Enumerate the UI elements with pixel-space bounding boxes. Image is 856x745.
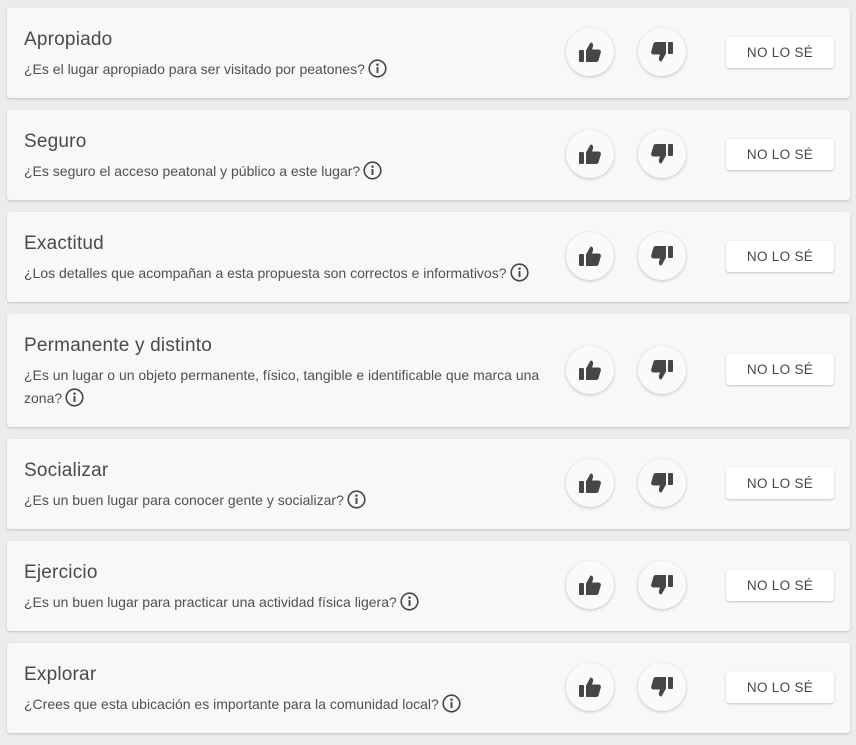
thumbs-down-icon [650, 245, 674, 267]
info-icon[interactable] [400, 592, 419, 611]
criterion-question: ¿Es un lugar o un objeto permanente, fís… [24, 364, 560, 410]
criterion-card-2: Seguro ¿Es seguro el acceso peatonal y p… [7, 110, 850, 200]
unknown-button[interactable]: NO LO SÉ [726, 37, 834, 68]
thumbs-up-icon [578, 574, 602, 596]
thumbs-up-icon [578, 143, 602, 165]
criterion-question: ¿Es un buen lugar para practicar una act… [24, 591, 560, 614]
thumbs-down-icon [650, 41, 674, 63]
thumbs-down-button[interactable] [638, 663, 686, 711]
thumbs-up-button[interactable] [566, 130, 614, 178]
unknown-button[interactable]: NO LO SÉ [726, 672, 834, 703]
criterion-question: ¿Crees que esta ubicación es importante … [24, 693, 560, 716]
criterion-question-text: ¿Es el lugar apropiado para ser visitado… [24, 61, 365, 77]
unknown-button[interactable]: NO LO SÉ [726, 354, 834, 385]
criterion-question: ¿Los detalles que acompañan a esta propu… [24, 262, 560, 285]
thumbs-down-button[interactable] [638, 459, 686, 507]
thumbs-down-button[interactable] [638, 561, 686, 609]
criterion-question-text: ¿Es un lugar o un objeto permanente, fís… [24, 367, 540, 406]
thumbs-down-icon [650, 472, 674, 494]
info-icon[interactable] [363, 161, 382, 180]
criterion-question-text: ¿Es un buen lugar para conocer gente y s… [24, 492, 344, 508]
criterion-question-text: ¿Es un buen lugar para practicar una act… [24, 594, 397, 610]
criterion-question-text: ¿Es seguro el acceso peatonal y público … [24, 163, 361, 179]
thumbs-up-button[interactable] [566, 663, 614, 711]
thumbs-down-icon [650, 676, 674, 698]
criterion-card-6: Ejercicio ¿Es un buen lugar para practic… [7, 541, 850, 631]
unknown-button[interactable]: NO LO SÉ [726, 570, 834, 601]
thumbs-up-button[interactable] [566, 346, 614, 394]
criteria-list: Apropiado ¿Es el lugar apropiado para se… [7, 8, 850, 745]
criterion-card-5: Socializar ¿Es un buen lugar para conoce… [7, 439, 850, 529]
unknown-button[interactable]: NO LO SÉ [726, 139, 834, 170]
criterion-card-1: Apropiado ¿Es el lugar apropiado para se… [7, 8, 850, 98]
info-icon[interactable] [368, 59, 387, 78]
criterion-question-text: ¿Crees que esta ubicación es importante … [24, 696, 439, 712]
thumbs-down-icon [650, 143, 674, 165]
thumbs-up-icon [578, 676, 602, 698]
thumbs-up-icon [578, 472, 602, 494]
criterion-card-7: Explorar ¿Crees que esta ubicación es im… [7, 643, 850, 733]
info-icon[interactable] [65, 388, 84, 407]
criterion-question-text: ¿Los detalles que acompañan a esta propu… [24, 265, 507, 281]
unknown-button[interactable]: NO LO SÉ [726, 241, 834, 272]
criterion-question: ¿Es seguro el acceso peatonal y público … [24, 160, 560, 183]
criterion-question: ¿Es un buen lugar para conocer gente y s… [24, 489, 560, 512]
thumbs-up-icon [578, 41, 602, 63]
thumbs-up-icon [578, 359, 602, 381]
info-icon[interactable] [442, 694, 461, 713]
thumbs-down-button[interactable] [638, 28, 686, 76]
thumbs-up-button[interactable] [566, 28, 614, 76]
thumbs-up-icon [578, 245, 602, 267]
thumbs-up-button[interactable] [566, 459, 614, 507]
thumbs-down-icon [650, 359, 674, 381]
unknown-button[interactable]: NO LO SÉ [726, 468, 834, 499]
thumbs-down-button[interactable] [638, 232, 686, 280]
criterion-question: ¿Es el lugar apropiado para ser visitado… [24, 58, 560, 81]
thumbs-down-button[interactable] [638, 346, 686, 394]
criterion-card-3: Exactitud ¿Los detalles que acompañan a … [7, 212, 850, 302]
thumbs-down-icon [650, 574, 674, 596]
info-icon[interactable] [347, 490, 366, 509]
thumbs-down-button[interactable] [638, 130, 686, 178]
info-icon[interactable] [509, 263, 529, 282]
criterion-card-4: Permanente y distinto ¿Es un lugar o un … [7, 314, 850, 427]
thumbs-up-button[interactable] [566, 561, 614, 609]
thumbs-up-button[interactable] [566, 232, 614, 280]
